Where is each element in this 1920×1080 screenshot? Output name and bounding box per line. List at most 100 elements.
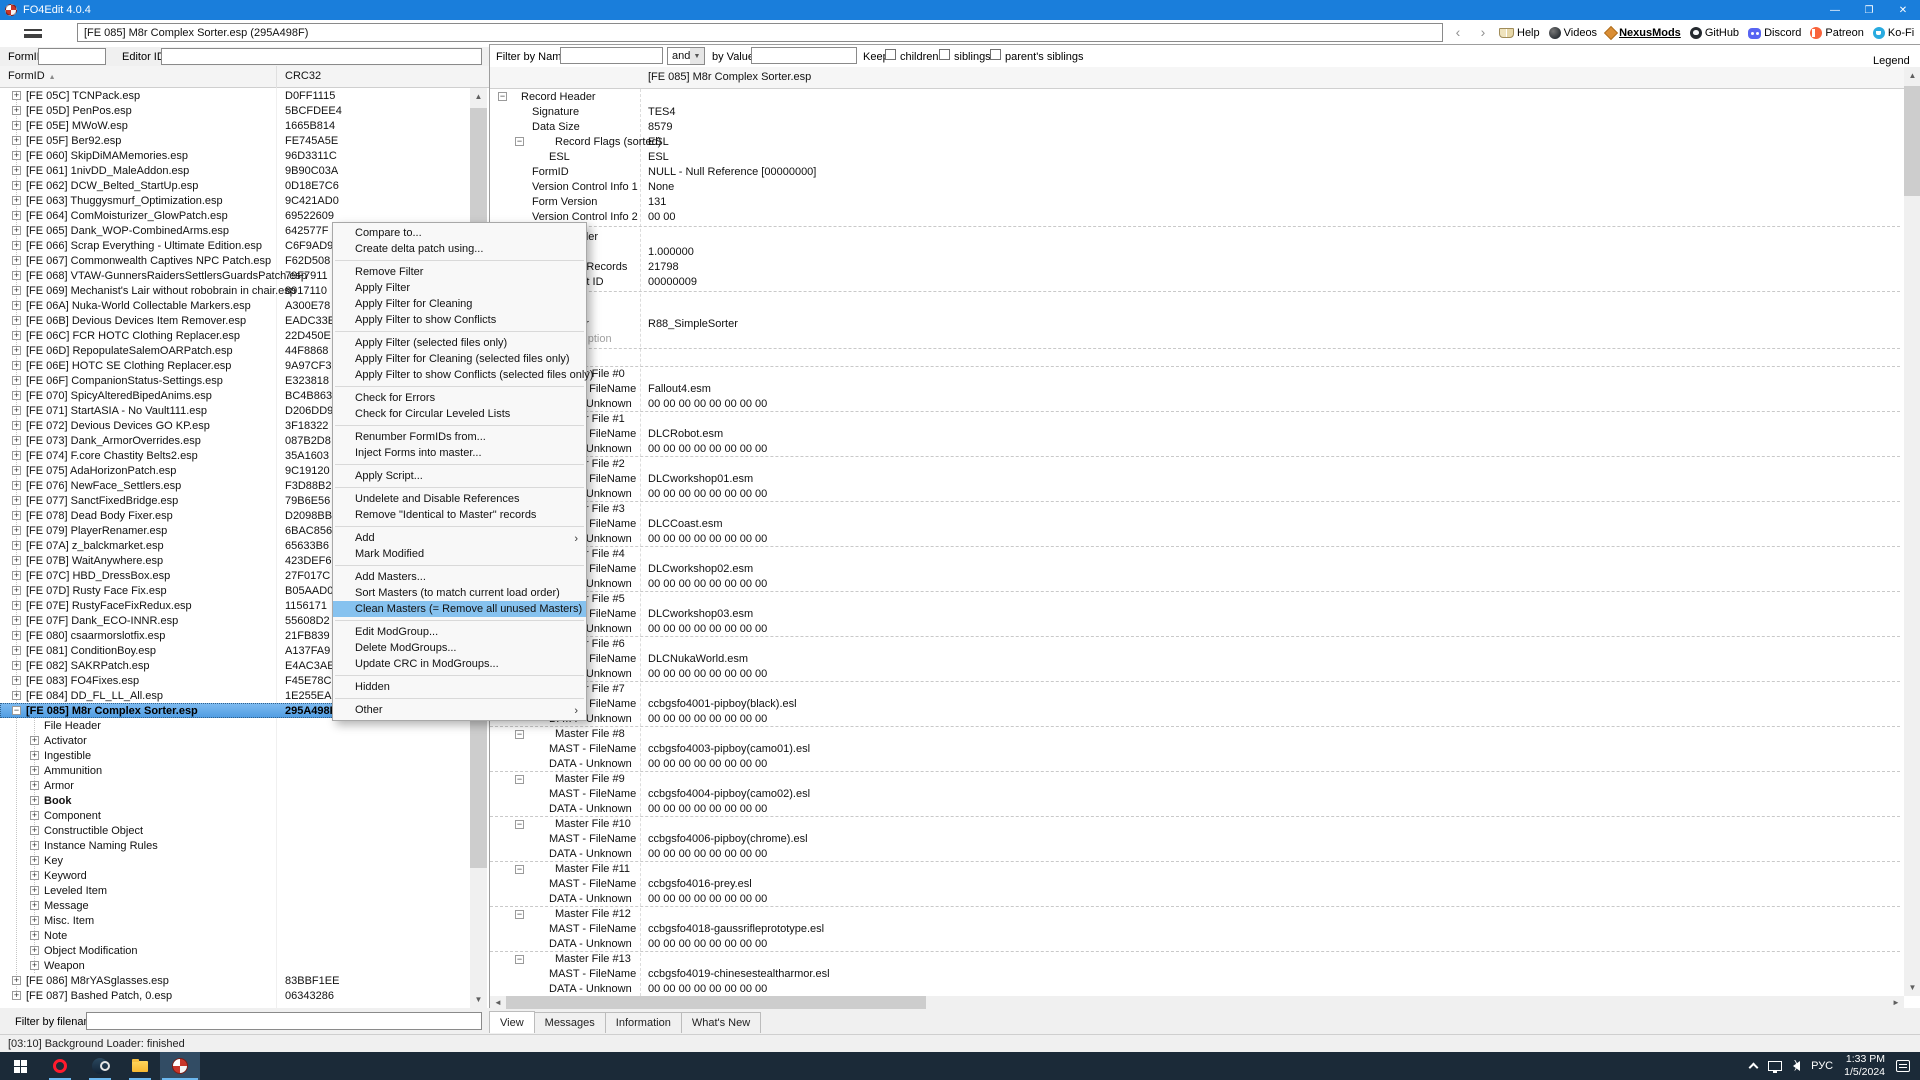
- nav-back-icon[interactable]: ‹: [1449, 24, 1467, 40]
- detail-row[interactable]: DATA - Unknown00 00 00 00 00 00 00 00: [490, 441, 1900, 456]
- expand-icon[interactable]: +: [12, 271, 21, 280]
- expand-icon[interactable]: +: [12, 496, 21, 505]
- detail-row[interactable]: DATA - Unknown00 00 00 00 00 00 00 00: [490, 801, 1900, 816]
- tab-messages[interactable]: Messages: [534, 1012, 606, 1033]
- collapse-icon[interactable]: −: [515, 865, 524, 874]
- detail-row[interactable]: DATA - Unknown00 00 00 00 00 00 00 00: [490, 981, 1900, 996]
- network-icon[interactable]: [1768, 1061, 1782, 1071]
- column-crc32[interactable]: CRC32: [285, 70, 321, 82]
- expand-icon[interactable]: +: [30, 901, 39, 910]
- nav-forward-icon[interactable]: ›: [1474, 24, 1492, 40]
- filter-by-filename-input[interactable]: [86, 1012, 482, 1030]
- filter-by-name-input[interactable]: [560, 47, 663, 64]
- expand-icon[interactable]: +: [12, 976, 21, 985]
- expand-icon[interactable]: +: [12, 541, 21, 550]
- hamburger-menu-icon[interactable]: [24, 29, 42, 38]
- expand-icon[interactable]: +: [12, 331, 21, 340]
- scroll-down-icon[interactable]: ▼: [1904, 979, 1920, 996]
- breadcrumb[interactable]: [77, 23, 1443, 42]
- detail-row[interactable]: DATA - Unknown00 00 00 00 00 00 00 00: [490, 666, 1900, 681]
- menu-item-remove-filter[interactable]: Remove Filter: [333, 264, 586, 280]
- menu-item-remove-identical-to-master-records[interactable]: Remove "Identical to Master" records: [333, 507, 586, 523]
- detail-row[interactable]: −Master File #8: [490, 726, 1900, 741]
- detail-row[interactable]: MAST - FileNameccbgsfo4001-pipboy(black)…: [490, 696, 1900, 711]
- detail-row[interactable]: MAST - FileNameDLCworkshop03.esm: [490, 606, 1900, 621]
- expand-icon[interactable]: +: [30, 961, 39, 970]
- start-button[interactable]: [0, 1052, 40, 1080]
- expand-icon[interactable]: +: [12, 136, 21, 145]
- detail-row[interactable]: FormIDNULL - Null Reference [00000000]: [490, 164, 1900, 179]
- detail-row[interactable]: MAST - FileNameDLCworkshop01.esm: [490, 471, 1900, 486]
- filter-operator-select[interactable]: and ▼: [667, 47, 705, 65]
- collapse-icon[interactable]: −: [515, 730, 524, 739]
- maximize-icon[interactable]: ❐: [1852, 0, 1886, 20]
- detail-row[interactable]: −Master Files: [490, 351, 1900, 366]
- keep-siblings-checkbox[interactable]: [939, 49, 950, 60]
- tree-row[interactable]: +Constructible Object: [0, 823, 470, 838]
- tree-row[interactable]: +[FE 087] Bashed Patch, 0.esp06343286: [0, 988, 470, 1003]
- expand-icon[interactable]: +: [12, 286, 21, 295]
- tree-row[interactable]: +[FE 061] 1nivDD_MaleAddon.esp9B90C03A: [0, 163, 470, 178]
- tree-row[interactable]: +Weapon: [0, 958, 470, 973]
- detail-row[interactable]: MAST - FileNameDLCRobot.esm: [490, 426, 1900, 441]
- keep-children-checkbox[interactable]: [885, 49, 896, 60]
- tree-row[interactable]: +[FE 05C] TCNPack.espD0FF1115: [0, 88, 470, 103]
- menu-item-compare-to[interactable]: Compare to...: [333, 225, 586, 241]
- detail-row[interactable]: −Master File #4: [490, 546, 1900, 561]
- expand-icon[interactable]: +: [12, 406, 21, 415]
- keep-parents-siblings-checkbox[interactable]: [990, 49, 1001, 60]
- expand-icon[interactable]: +: [12, 211, 21, 220]
- expand-icon[interactable]: +: [12, 91, 21, 100]
- expand-icon[interactable]: +: [12, 991, 21, 1000]
- tree-row[interactable]: +[FE 05D] PenPos.esp5BCFDEE4: [0, 103, 470, 118]
- expand-icon[interactable]: +: [12, 421, 21, 430]
- detail-row[interactable]: MAST - FileNameccbgsfo4018-gaussriflepro…: [490, 921, 1900, 936]
- menu-item-inject-forms-into-master[interactable]: Inject Forms into master...: [333, 445, 586, 461]
- tree-row[interactable]: +Key: [0, 853, 470, 868]
- tree-row[interactable]: +Component: [0, 808, 470, 823]
- detail-row[interactable]: −Master File #0: [490, 366, 1900, 381]
- link-patreon[interactable]: Patreon: [1810, 27, 1864, 39]
- expand-icon[interactable]: +: [12, 676, 21, 685]
- expand-icon[interactable]: +: [30, 826, 39, 835]
- collapse-icon[interactable]: −: [515, 910, 524, 919]
- scroll-right-icon[interactable]: ►: [1888, 996, 1904, 1009]
- detail-row[interactable]: MAST - FileNameccbgsfo4003-pipboy(camo01…: [490, 741, 1900, 756]
- detail-row[interactable]: Version Control Info 1None: [490, 179, 1900, 194]
- expand-icon[interactable]: +: [12, 256, 21, 265]
- link-videos[interactable]: Videos: [1549, 27, 1597, 39]
- detail-row[interactable]: −Master File #1: [490, 411, 1900, 426]
- detail-row[interactable]: −Master File #9: [490, 771, 1900, 786]
- scroll-up-icon[interactable]: ▲: [470, 88, 487, 105]
- collapse-icon[interactable]: −: [515, 137, 524, 146]
- expand-icon[interactable]: +: [30, 931, 39, 940]
- minimize-icon[interactable]: —: [1818, 0, 1852, 20]
- action-center-icon[interactable]: [1896, 1060, 1910, 1072]
- expand-icon[interactable]: +: [12, 526, 21, 535]
- expand-icon[interactable]: +: [30, 871, 39, 880]
- expand-icon[interactable]: +: [12, 481, 21, 490]
- filter-by-value-input[interactable]: [751, 47, 857, 64]
- expand-icon[interactable]: +: [30, 736, 39, 745]
- menu-item-check-for-errors[interactable]: Check for Errors: [333, 390, 586, 406]
- language-indicator[interactable]: РУС: [1811, 1060, 1833, 1072]
- detail-row[interactable]: −HEDR - Header: [490, 229, 1900, 244]
- detail-row[interactable]: −Master File #13: [490, 951, 1900, 966]
- detail-row[interactable]: −Master File #6: [490, 636, 1900, 651]
- detail-row[interactable]: DATA - Unknown00 00 00 00 00 00 00 00: [490, 531, 1900, 546]
- detail-hscrollbar[interactable]: ◄ ►: [490, 996, 1904, 1009]
- expand-icon[interactable]: +: [12, 691, 21, 700]
- expand-icon[interactable]: +: [12, 121, 21, 130]
- detail-row[interactable]: −Record Header: [490, 89, 1900, 104]
- tree-row[interactable]: +[FE 05E] MWoW.esp1665B814: [0, 118, 470, 133]
- column-formid[interactable]: FormID: [8, 70, 45, 82]
- link-nexusmods[interactable]: NexusMods: [1606, 27, 1681, 39]
- menu-item-apply-filter[interactable]: Apply Filter: [333, 280, 586, 296]
- scroll-up-icon[interactable]: ▲: [1904, 67, 1920, 84]
- detail-row[interactable]: DATA - Unknown00 00 00 00 00 00 00 00: [490, 396, 1900, 411]
- expand-icon[interactable]: +: [12, 346, 21, 355]
- tray-chevron-up-icon[interactable]: [1749, 1063, 1759, 1073]
- detail-row[interactable]: DATA - Unknown00 00 00 00 00 00 00 00: [490, 936, 1900, 951]
- detail-row[interactable]: −Master File #5: [490, 591, 1900, 606]
- taskbar-item-opera[interactable]: [40, 1052, 80, 1080]
